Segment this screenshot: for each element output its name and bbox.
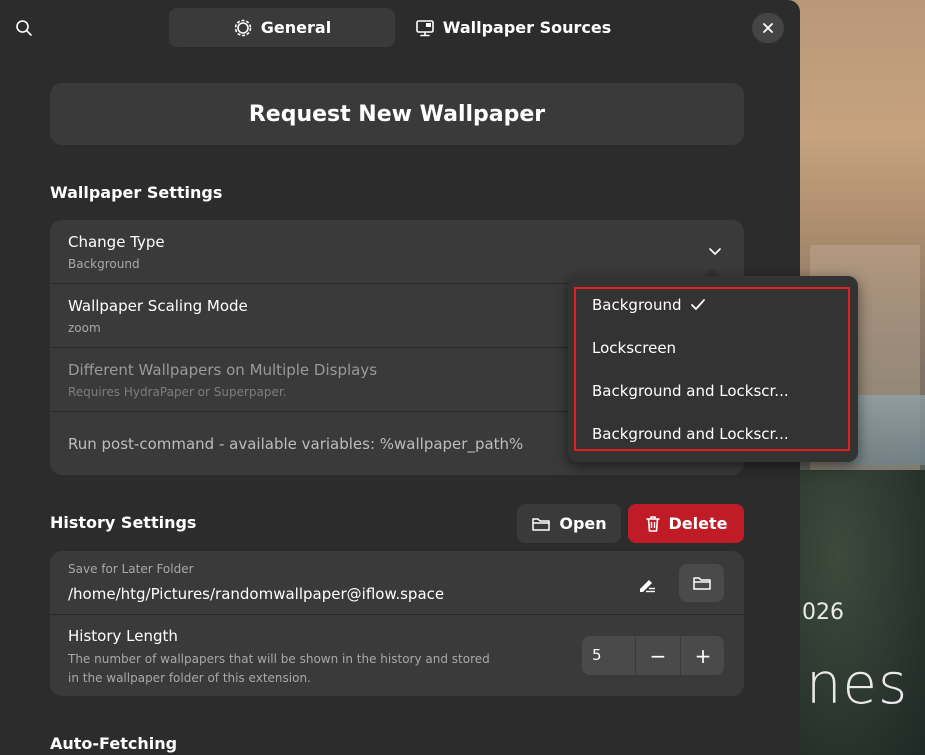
decrement-button[interactable]: − [636, 636, 680, 675]
history-length-title: History Length [68, 627, 178, 645]
history-settings-title: History Settings [50, 513, 197, 532]
change-type-title: Change Type [68, 233, 165, 251]
search-button[interactable] [10, 14, 38, 42]
choose-folder-button[interactable] [679, 564, 724, 602]
save-folder-path[interactable]: /home/htg/Pictures/randomwallpaper@iflow… [68, 585, 444, 603]
delete-history-button[interactable]: Delete [628, 504, 744, 543]
menu-highlight-box [574, 287, 850, 451]
trash-icon [645, 515, 660, 532]
monitor-icon [415, 19, 434, 36]
tab-general[interactable]: General [169, 8, 395, 47]
open-label: Open [559, 514, 607, 533]
multiple-displays-note: Requires HydraPaper or Superpaper. [68, 385, 287, 399]
change-type-row[interactable]: Change Type Background [50, 220, 744, 284]
history-length-desc-1: The number of wallpapers that will be sh… [68, 652, 490, 666]
wallpaper-year-text: 026 [802, 600, 844, 625]
scaling-mode-value: zoom [68, 321, 101, 335]
close-icon [763, 23, 773, 33]
header-bar: General Wallpaper Sources [0, 0, 800, 56]
auto-fetching-title: Auto-Fetching [50, 734, 178, 753]
folder-icon [692, 577, 711, 590]
edit-path-button[interactable] [634, 571, 660, 597]
scaling-mode-title: Wallpaper Scaling Mode [68, 297, 248, 315]
wallpaper-settings-title: Wallpaper Settings [50, 183, 223, 202]
multiple-displays-title: Different Wallpapers on Multiple Display… [68, 361, 378, 379]
save-folder-label: Save for Later Folder [68, 562, 194, 576]
request-new-wallpaper-button[interactable]: Request New Wallpaper [50, 83, 744, 145]
chevron-down-icon[interactable] [708, 246, 722, 256]
wallpaper-word-text: nes [806, 652, 909, 717]
delete-label: Delete [668, 514, 728, 533]
tab-wallpaper-sources[interactable]: Wallpaper Sources [400, 8, 626, 47]
change-type-value: Background [68, 257, 140, 271]
history-length-desc-2: in the wallpaper folder of this extensio… [68, 671, 311, 685]
open-history-button[interactable]: Open [517, 504, 621, 543]
search-icon [16, 20, 32, 36]
history-length-value[interactable]: 5 [592, 646, 602, 664]
gear-icon [234, 19, 252, 36]
close-button[interactable] [752, 13, 784, 43]
tab-general-label: General [260, 18, 332, 37]
folder-icon [532, 517, 551, 531]
pencil-edit-icon [640, 580, 655, 593]
tab-wallpaper-sources-label: Wallpaper Sources [442, 18, 612, 37]
history-length-spinbutton: 5 − + [582, 636, 724, 675]
increment-button[interactable]: + [681, 636, 724, 675]
post-command-input[interactable]: Run post-command - available variables: … [68, 435, 523, 453]
